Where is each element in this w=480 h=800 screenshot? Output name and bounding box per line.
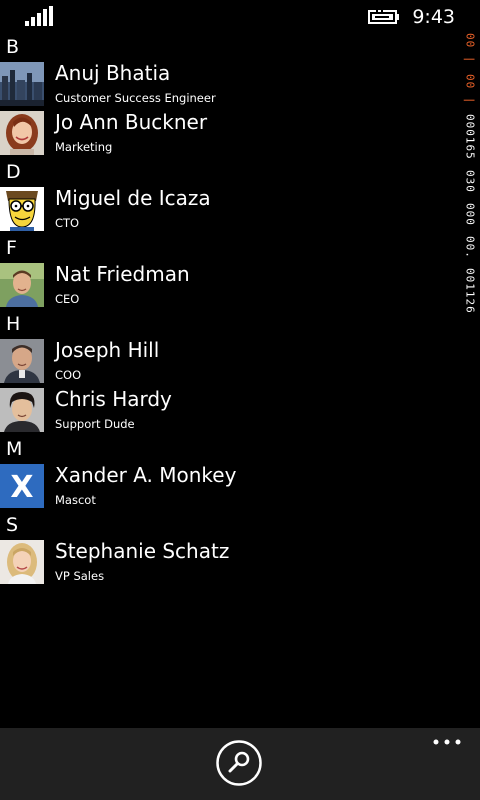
contact-list-item[interactable]: Chris Hardy Support Dude	[0, 386, 456, 436]
more-options-button[interactable]	[432, 738, 462, 752]
contact-title: Marketing	[55, 140, 113, 154]
status-bar: 9:43	[0, 0, 480, 34]
debug-counter-text: 000	[463, 202, 477, 226]
ellipsis-icon	[433, 739, 461, 745]
debug-counter-text: 000165	[463, 114, 477, 160]
contact-group-f: F Nat Friedman CEO	[0, 235, 456, 311]
contact-avatar	[0, 540, 44, 584]
contact-avatar	[0, 388, 44, 432]
contact-title: Mascot	[55, 493, 96, 507]
app-bar	[0, 728, 480, 800]
signal-bars-icon	[25, 6, 53, 26]
contact-avatar: X	[0, 464, 44, 508]
contact-title: VP Sales	[55, 569, 105, 583]
debug-counter-text: 001126	[463, 268, 477, 315]
search-button[interactable]	[216, 740, 262, 786]
contact-avatar	[0, 111, 44, 155]
battery-charging-icon	[368, 9, 399, 24]
status-time: 9:43	[412, 6, 455, 28]
contact-group-h: H Joseph Hill COO Chris Hardy Support Dude	[0, 311, 456, 436]
contact-name: Jo Ann Buckner	[55, 110, 208, 134]
contact-name: Xander A. Monkey	[55, 463, 237, 487]
group-letter-header[interactable]: D	[0, 159, 456, 185]
contact-list-item[interactable]: Nat Friedman CEO	[0, 261, 456, 311]
contact-name: Stephanie Schatz	[55, 539, 230, 563]
contact-list-item[interactable]: Miguel de Icaza CTO	[0, 185, 456, 235]
contact-title: CEO	[55, 292, 80, 306]
contact-title: Customer Success Engineer	[55, 91, 216, 105]
contact-list-item[interactable]: Stephanie Schatz VP Sales	[0, 538, 456, 588]
contact-name: Joseph Hill	[55, 338, 160, 362]
contact-list: B Anuj Bhatia Customer Success Engineer Jo …	[0, 34, 456, 588]
contact-title: CTO	[55, 216, 80, 230]
contact-group-b: B Anuj Bhatia Customer Success Engineer Jo …	[0, 34, 456, 159]
contact-list-item[interactable]: Joseph Hill COO	[0, 337, 456, 386]
debug-counter-text: 00 |	[463, 73, 477, 105]
contact-name: Miguel de Icaza	[55, 186, 211, 210]
group-letter-header[interactable]: B	[0, 34, 456, 60]
debug-overlay-strip: 00 | 00 | 000165 030 000 00. 001126	[463, 33, 477, 324]
contact-avatar	[0, 187, 44, 231]
group-letter-header[interactable]: H	[0, 311, 456, 337]
debug-counter-text: 00 |	[463, 33, 477, 64]
contact-name: Nat Friedman	[55, 262, 190, 286]
contact-list-item[interactable]: Anuj Bhatia Customer Success Engineer	[0, 60, 456, 109]
debug-counter-text: 00.	[463, 235, 477, 259]
contact-name: Chris Hardy	[55, 387, 172, 411]
contact-avatar	[0, 62, 44, 106]
contact-list-item[interactable]: Jo Ann Buckner Marketing	[0, 109, 456, 159]
svg-text:X: X	[10, 470, 33, 505]
contact-list-item[interactable]: X Xander A. Monkey Mascot	[0, 462, 456, 512]
contact-title: Support Dude	[55, 417, 135, 431]
group-letter-header[interactable]: F	[0, 235, 456, 261]
search-icon	[228, 751, 250, 773]
contact-avatar	[0, 263, 44, 307]
group-letter-header[interactable]: S	[0, 512, 456, 538]
contact-group-m: M X Xander A. Monkey Mascot	[0, 436, 456, 512]
contact-avatar	[0, 339, 44, 383]
group-letter-header[interactable]: M	[0, 436, 456, 462]
contact-name: Anuj Bhatia	[55, 61, 171, 85]
debug-counter-text: 030	[463, 169, 477, 193]
contact-title: COO	[55, 368, 82, 382]
contact-group-d: D Miguel de Icaza CTO	[0, 159, 456, 235]
contact-group-s: S Stephanie Schatz VP Sales	[0, 512, 456, 588]
